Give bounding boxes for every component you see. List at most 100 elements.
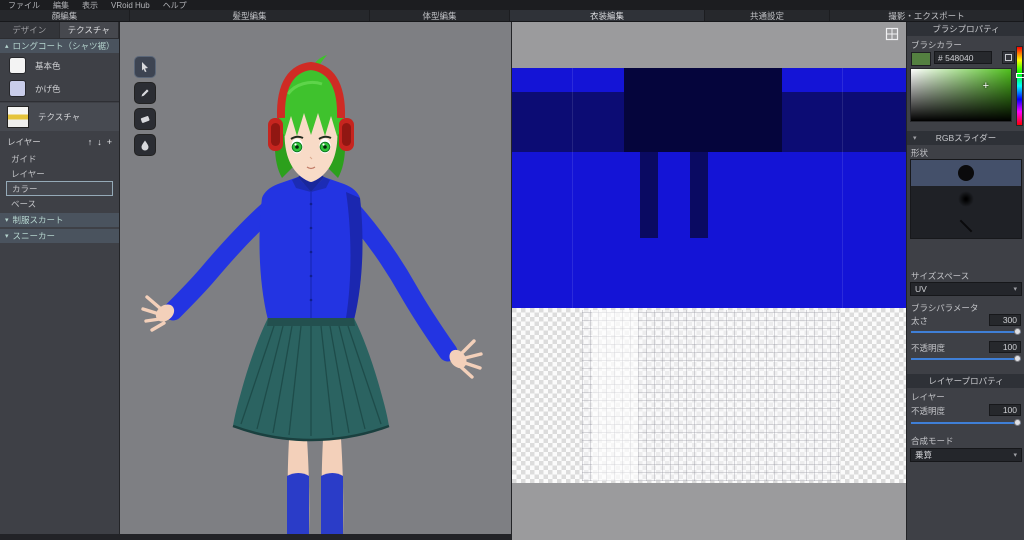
brush-color-swatch[interactable] <box>911 52 931 66</box>
vroid-studio-window: ファイル 編集 表示 VRoid Hub ヘルプ 顔編集 髪型編集 体型編集 衣… <box>0 0 1024 540</box>
uv-texture-painted-area[interactable] <box>512 68 906 308</box>
item-shade-color[interactable]: かげ色 <box>0 77 119 100</box>
texture-strap-right <box>690 152 708 238</box>
tab-photo-export[interactable]: 撮影・エクスポート <box>830 10 1024 21</box>
hard-circle-icon <box>958 165 974 181</box>
layer-item-color[interactable]: カラー <box>6 181 113 196</box>
base-color-label: 基本色 <box>35 60 61 71</box>
layer-opacity-slider[interactable] <box>911 419 1021 427</box>
cursor-icon <box>142 62 148 72</box>
left-sidebar: デザイン テクスチャ ▴ ロングコート（シャツ裾） 基本色 かげ色 テクスチャ … <box>0 22 120 534</box>
brush-opacity-value-field[interactable]: 100 <box>989 341 1021 353</box>
tab-design[interactable]: デザイン <box>0 22 60 38</box>
brush-opacity-slider[interactable] <box>911 355 1021 363</box>
brush-color-hex-field[interactable]: # 548040 <box>934 51 992 64</box>
hue-slider-marker <box>1016 73 1024 78</box>
shape-item-soft-circle[interactable] <box>911 186 1021 212</box>
sneakers-label: スニーカー <box>12 231 56 241</box>
base-color-swatch <box>9 57 26 74</box>
section-long-coat[interactable]: ▴ ロングコート（シャツ裾） <box>0 39 119 53</box>
picker-crosshair-icon: + <box>982 80 989 92</box>
brush-tool-button[interactable] <box>134 82 156 104</box>
layers-header: レイヤー ↑ ↓ + <box>0 134 119 150</box>
layer-item-guide[interactable]: ガイド <box>6 151 113 166</box>
viewport-toolbar <box>134 56 156 156</box>
menu-help[interactable]: ヘルプ <box>163 0 187 11</box>
droplet-icon <box>141 140 149 151</box>
chevron-down-icon: ▾ <box>1013 286 1017 293</box>
divider <box>0 101 119 102</box>
tab-body-edit[interactable]: 体型編集 <box>370 10 510 21</box>
move-layer-up-icon[interactable]: ↑ <box>88 137 93 147</box>
tab-hair-edit[interactable]: 髪型編集 <box>130 10 370 21</box>
uv-seam-line <box>572 68 573 308</box>
layer-properties-title: レイヤープロパティ <box>928 376 1004 386</box>
brush-properties-panel: ブラシプロパティ ブラシカラー # 548040 + ▾ RGBスライダー 形状 <box>906 22 1024 540</box>
item-base-color[interactable]: 基本色 <box>0 54 119 77</box>
diagonal-line-icon <box>959 219 973 233</box>
tab-outfit-edit[interactable]: 衣装編集 <box>510 10 705 21</box>
thickness-value-field[interactable]: 300 <box>989 314 1021 326</box>
layer-list: ガイド レイヤー カラー ベース <box>6 151 113 211</box>
layer-item-layer[interactable]: レイヤー <box>6 166 113 181</box>
saturation-value-picker[interactable]: + <box>910 68 1012 122</box>
select-tool-button[interactable] <box>134 56 156 78</box>
thickness-slider[interactable] <box>911 328 1021 336</box>
collapse-icon: ▴ <box>5 42 9 50</box>
rgb-slider-header[interactable]: ▾ RGBスライダー <box>907 131 1024 145</box>
layer-opacity-value-field[interactable]: 100 <box>989 404 1021 416</box>
uniform-skirt-label: 制服スカート <box>12 215 64 225</box>
brush-opacity-label: 不透明度 <box>911 343 946 353</box>
texture-editor-canvas[interactable] <box>511 22 906 540</box>
size-space-dropdown[interactable]: UV ▾ <box>910 282 1022 296</box>
layer-item-base[interactable]: ベース <box>6 196 113 211</box>
menu-vroid-hub[interactable]: VRoid Hub <box>111 1 150 10</box>
tab-face-edit[interactable]: 顔編集 <box>0 10 130 21</box>
add-layer-icon[interactable]: + <box>107 137 112 147</box>
texture-view-toggle-button[interactable] <box>885 27 899 41</box>
layer-properties-header: レイヤープロパティ <box>907 374 1024 388</box>
size-space-value: UV <box>915 284 927 294</box>
character-shirt <box>259 172 363 320</box>
hue-slider[interactable] <box>1016 46 1024 126</box>
mode-tab-bar: 顔編集 髪型編集 体型編集 衣装編集 共通設定 撮影・エクスポート <box>0 10 1024 22</box>
grid-view-icon <box>885 27 899 41</box>
character-3d-model <box>120 22 511 534</box>
layer-label: レイヤー <box>911 392 945 402</box>
layer-actions: ↑ ↓ + <box>88 137 112 147</box>
pencil-icon <box>141 89 149 97</box>
blend-mode-dropdown[interactable]: 乗算 ▾ <box>910 448 1022 462</box>
texture-label: テクスチャ <box>38 112 81 122</box>
eraser-icon <box>140 116 150 123</box>
menu-file[interactable]: ファイル <box>8 0 40 11</box>
texture-strap-left <box>640 152 658 238</box>
texture-collar-region <box>624 68 782 152</box>
tab-texture[interactable]: テクスチャ <box>59 22 119 38</box>
shade-color-swatch <box>9 80 26 97</box>
3d-viewport[interactable] <box>120 22 511 534</box>
soft-circle-icon <box>958 191 974 207</box>
tab-common-settings[interactable]: 共通設定 <box>705 10 830 21</box>
menu-view[interactable]: 表示 <box>82 0 98 11</box>
item-texture[interactable]: テクスチャ <box>0 103 119 131</box>
brush-properties-title: ブラシプロパティ <box>932 24 1000 34</box>
section-uniform-skirt[interactable]: ▾ 制服スカート <box>0 213 119 227</box>
section-sneakers[interactable]: ▾ スニーカー <box>0 229 119 243</box>
color-options-button[interactable] <box>1002 51 1015 64</box>
shape-item-line[interactable] <box>911 212 1021 240</box>
brush-params-label: ブラシパラメータ <box>911 303 979 313</box>
move-layer-down-icon[interactable]: ↓ <box>97 137 102 147</box>
menu-bar: ファイル 編集 表示 VRoid Hub ヘルプ <box>0 0 1024 10</box>
eyedropper-tool-button[interactable] <box>134 134 156 156</box>
rgb-slider-title: RGBスライダー <box>935 133 997 143</box>
uv-skirt-region <box>582 310 840 481</box>
brush-color-label: ブラシカラー <box>911 40 962 50</box>
uv-transparent-area[interactable] <box>512 308 906 483</box>
size-space-label: サイズスペース <box>911 271 970 281</box>
layer-opacity-label: 不透明度 <box>911 406 946 416</box>
shade-color-label: かげ色 <box>35 83 61 94</box>
shape-item-hard-circle[interactable] <box>911 160 1021 186</box>
texture-thumbnail <box>7 106 29 128</box>
eraser-tool-button[interactable] <box>134 108 156 130</box>
brush-properties-header: ブラシプロパティ <box>907 22 1024 36</box>
